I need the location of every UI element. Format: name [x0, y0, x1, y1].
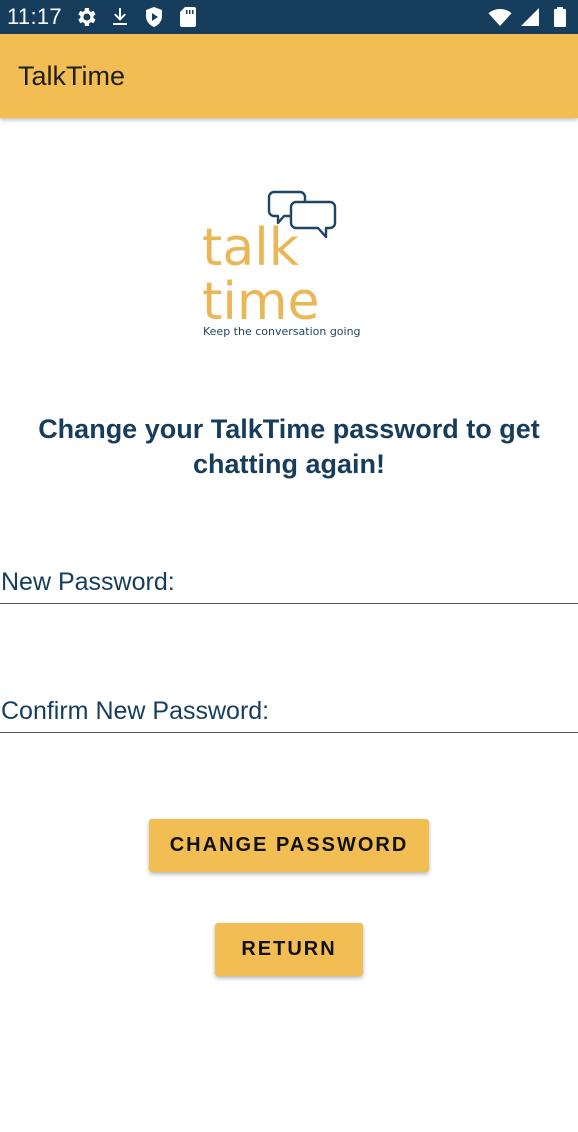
new-password-input[interactable] [0, 564, 578, 603]
cellular-signal-icon [521, 8, 539, 26]
status-system-icons [488, 5, 572, 29]
logo-word-time: time [202, 272, 320, 332]
settings-icon [78, 8, 96, 26]
app-bar: TalkTime [0, 34, 578, 118]
sd-card-icon [180, 7, 196, 27]
new-password-field[interactable]: New Password: [0, 564, 578, 604]
status-notification-icons [74, 5, 200, 29]
shield-play-icon [146, 7, 162, 27]
logo-tagline: Keep the conversation going [203, 325, 361, 338]
talktime-logo: talk time Keep the conversation going [198, 186, 380, 342]
wifi-icon [488, 9, 512, 26]
battery-icon [554, 7, 566, 27]
page-headline: Change your TalkTime password to get cha… [38, 414, 540, 479]
logo-word-talk: talk [202, 218, 299, 278]
change-password-button[interactable]: CHANGE PASSWORD [149, 819, 429, 872]
download-icon [113, 8, 127, 25]
return-button[interactable]: RETURN [215, 923, 363, 976]
confirm-password-input[interactable] [0, 693, 578, 732]
confirm-password-field[interactable]: Confirm New Password: [0, 693, 578, 733]
status-time: 11:17 [7, 4, 62, 29]
app-title: TalkTime [18, 61, 126, 91]
status-bar: 11:17 [0, 0, 578, 34]
